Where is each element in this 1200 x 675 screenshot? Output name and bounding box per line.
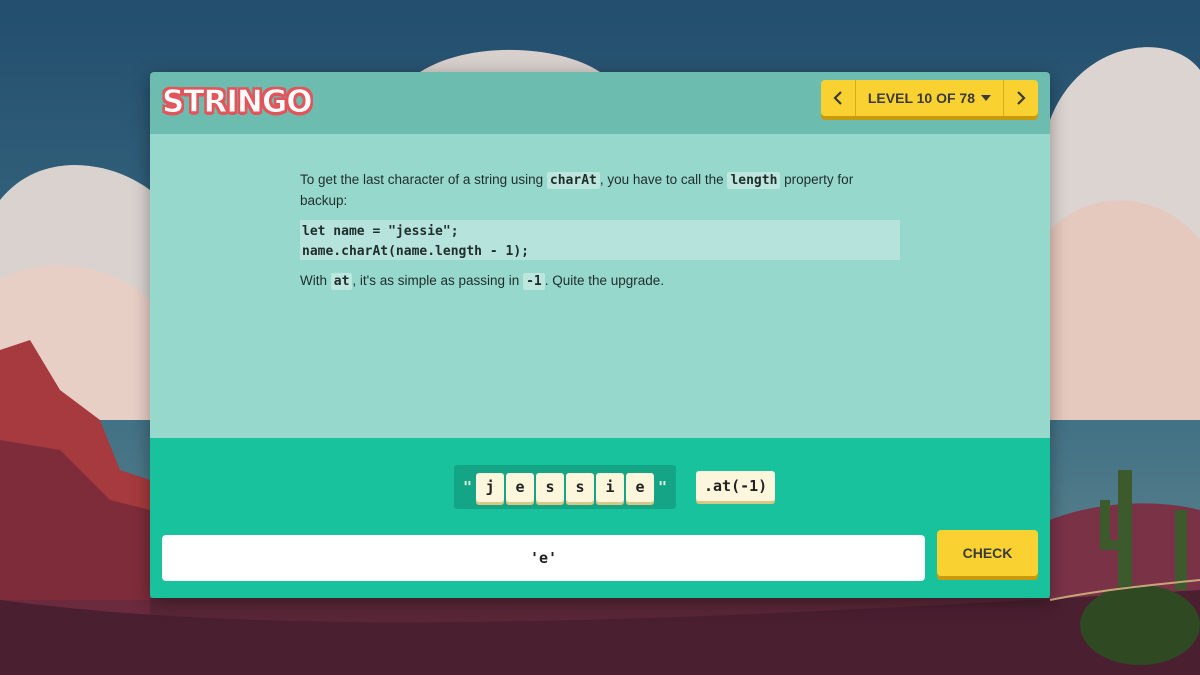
level-dropdown[interactable]: LEVEL 10 OF 78: [856, 80, 1003, 116]
letter-tile[interactable]: s: [536, 472, 564, 502]
code-block: let name = "jessie"; name.charAt(name.le…: [300, 220, 900, 260]
lesson-card: STRINGO LEVEL 10 OF 78 To get the last c…: [150, 72, 1050, 598]
text-span: , you have to call the: [599, 172, 728, 187]
code-line-1: let name = "jessie";: [302, 224, 459, 239]
chevron-right-icon: [1017, 91, 1026, 105]
inline-code: at: [330, 273, 353, 290]
close-quote: ": [658, 478, 668, 496]
text-span: , it's as simple as passing in: [352, 273, 524, 288]
next-level-button[interactable]: [1003, 80, 1038, 116]
letter-tile[interactable]: e: [506, 472, 534, 502]
code-line-2: name.charAt(name.length - 1);: [302, 244, 529, 259]
check-button[interactable]: CHECK: [937, 530, 1038, 576]
lesson-paragraph-1: To get the last character of a string us…: [300, 170, 900, 211]
puzzle-area: " j e s s i e " .at(-1) 'e' CHECK: [150, 438, 1050, 598]
chevron-left-icon: [833, 91, 842, 105]
letter-tile[interactable]: e: [626, 472, 654, 502]
letter-tile[interactable]: s: [566, 472, 594, 502]
inline-code: charAt: [546, 172, 600, 189]
level-label: LEVEL 10 OF 78: [867, 90, 975, 106]
level-navigator: LEVEL 10 OF 78: [820, 80, 1038, 116]
method-tile[interactable]: .at(-1): [696, 471, 776, 501]
open-quote: ": [462, 478, 472, 496]
string-tile-group[interactable]: " j e s s i e ": [454, 465, 676, 509]
text-span: . Quite the upgrade.: [544, 273, 665, 288]
text-span: To get the last character of a string us…: [300, 172, 547, 187]
lesson-body: To get the last character of a string us…: [150, 134, 1050, 438]
lesson-text: To get the last character of a string us…: [300, 170, 900, 292]
letter-tile[interactable]: i: [596, 472, 624, 502]
answer-output: 'e': [162, 535, 925, 581]
previous-level-button[interactable]: [821, 80, 856, 116]
inline-code: length: [727, 172, 781, 189]
card-header: STRINGO LEVEL 10 OF 78: [150, 72, 1050, 134]
letter-tile[interactable]: j: [476, 472, 504, 502]
caret-down-icon: [981, 95, 991, 101]
stringo-logo[interactable]: STRINGO: [162, 84, 314, 121]
inline-code: -1: [523, 273, 545, 290]
text-span: With: [300, 273, 331, 288]
lesson-paragraph-2: With at, it's as simple as passing in -1…: [300, 271, 900, 292]
